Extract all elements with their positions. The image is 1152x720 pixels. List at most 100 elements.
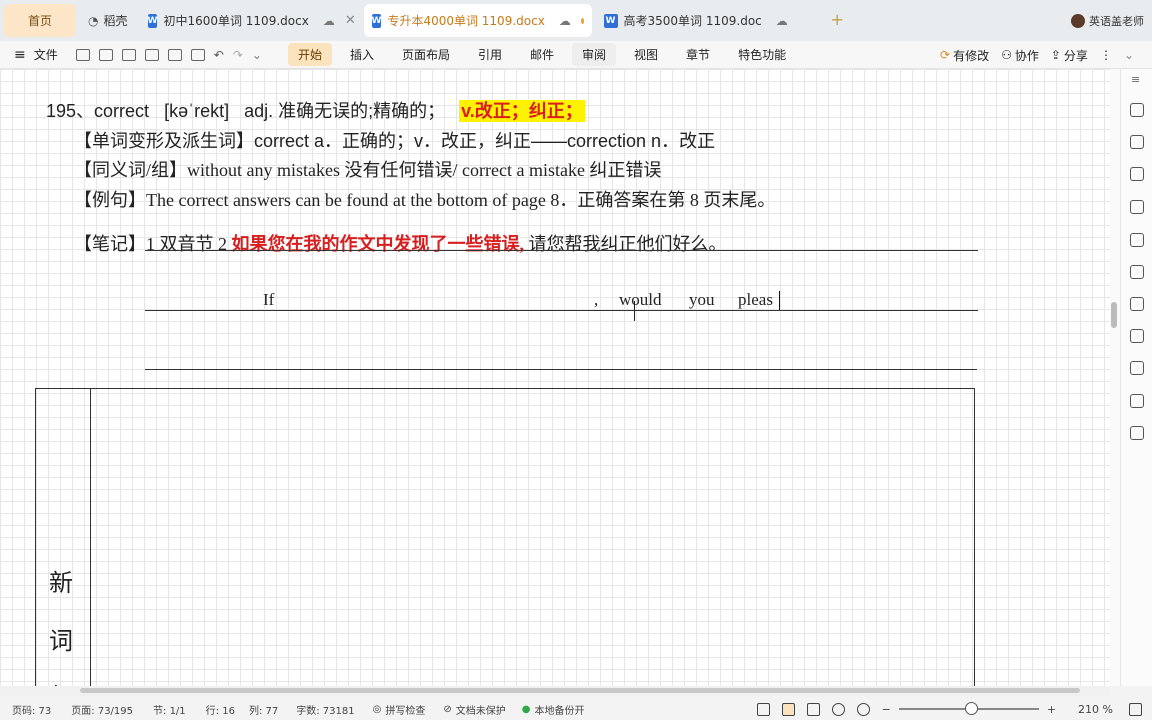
more-icon[interactable]: ⌄ xyxy=(252,48,262,62)
horizontal-scroll-thumb[interactable] xyxy=(80,688,1080,693)
writing-comma: , xyxy=(594,290,599,309)
tab-doc1[interactable]: W 初中1600单词 1109.docx ☁ ✕ xyxy=(140,4,360,37)
unsaved-dot-icon xyxy=(580,17,584,24)
text-caret xyxy=(779,291,780,311)
status-word-count[interactable]: 字数: 73181 xyxy=(296,702,354,717)
menu-chapter[interactable]: 章节 xyxy=(676,43,720,66)
menu-features[interactable]: 特色功能 xyxy=(728,43,796,66)
word-doc-icon: W xyxy=(371,13,382,28)
tab-doc2-label: 专升本4000单词 1109.docx xyxy=(387,14,545,28)
edit-icon[interactable] xyxy=(1130,103,1144,117)
lock-icon[interactable] xyxy=(1130,297,1144,311)
backup-button[interactable]: 本地备份开 xyxy=(534,702,584,717)
new-tab-icon[interactable]: + xyxy=(831,10,844,29)
example-line: 【例句】The correct answers can be found at … xyxy=(74,186,775,212)
shell-icon: ◔ xyxy=(88,13,99,28)
protect-button[interactable]: 文档未保护 xyxy=(456,702,506,717)
example-text: The correct answers can be found at the … xyxy=(146,190,776,210)
settings-icon[interactable] xyxy=(1130,329,1144,343)
tab-doc2[interactable]: W 专升本4000单词 1109.docx ☁ xyxy=(363,4,592,37)
writing-if: If xyxy=(263,290,275,309)
print-icon[interactable] xyxy=(144,48,159,61)
protect-icon: ⊘ xyxy=(443,703,452,715)
menu-start[interactable]: 开始 xyxy=(287,43,332,66)
side-char-3: 复 xyxy=(49,677,73,686)
spellcheck-button[interactable]: 拼写检查 xyxy=(385,702,425,717)
select-icon[interactable] xyxy=(1130,265,1144,279)
side-char-1: 新 xyxy=(49,569,73,597)
menu-layout[interactable]: 页面布局 xyxy=(392,43,460,66)
eye-protect-icon[interactable] xyxy=(856,702,870,716)
zoom-level[interactable]: 210 % xyxy=(1078,703,1113,716)
menu-review[interactable]: 审阅 xyxy=(572,43,617,66)
open-icon[interactable] xyxy=(75,48,90,61)
history-icon[interactable] xyxy=(1130,361,1144,375)
preview-icon[interactable] xyxy=(167,48,182,61)
zoom-out-icon[interactable]: − xyxy=(882,703,891,716)
status-section: 节: 1/1 xyxy=(153,705,186,717)
menu-references[interactable]: 引用 xyxy=(468,43,512,66)
word-doc-icon: W xyxy=(147,13,158,28)
undo-icon[interactable]: ↶ xyxy=(214,48,224,62)
redo-icon[interactable]: ↷ xyxy=(233,48,243,62)
entry-definition: adj. 准确无误的;精确的； xyxy=(244,101,446,121)
collab-icon: ⚇ xyxy=(1001,48,1012,62)
modified-button[interactable]: 有修改 xyxy=(953,47,989,64)
file-menu[interactable]: 文件 xyxy=(34,46,58,63)
new-words-table xyxy=(35,388,975,686)
share-icon: ⇪ xyxy=(1050,48,1061,62)
fit-window-icon[interactable] xyxy=(1129,702,1142,716)
status-pages[interactable]: 页面: 73/195 xyxy=(71,702,133,717)
share-button[interactable]: 分享 xyxy=(1064,47,1088,64)
user-name: 英语盖老师 xyxy=(1089,15,1144,28)
modified-icon: ⟳ xyxy=(940,48,951,62)
zoom-in-icon[interactable]: + xyxy=(1047,703,1056,716)
image-icon[interactable] xyxy=(1130,426,1144,440)
menu-insert[interactable]: 插入 xyxy=(340,43,384,66)
collapse-panel-icon[interactable]: ≡ xyxy=(1131,73,1140,86)
derivation-line: 【单词变形及派生词】correct a．正确的；v．改正，纠正——correct… xyxy=(74,127,715,153)
more-icon[interactable]: ⋮ xyxy=(1100,48,1112,62)
status-page-number[interactable]: 页码: 73 xyxy=(12,702,51,717)
entry-phonetic: [kəˈrekt] xyxy=(164,101,230,121)
fullscreen-icon[interactable] xyxy=(756,702,770,716)
close-icon[interactable]: ✕ xyxy=(345,13,356,28)
web-view-icon[interactable] xyxy=(831,702,845,716)
tools-icon[interactable] xyxy=(1130,200,1144,214)
backup-icon: ● xyxy=(521,703,531,715)
save-icon[interactable] xyxy=(98,48,113,61)
cube-icon[interactable] xyxy=(1130,233,1144,247)
vertical-scroll-thumb[interactable] xyxy=(1111,302,1117,328)
tab-shell[interactable]: ◔ 稻壳 xyxy=(80,4,136,37)
tab-home[interactable]: 首页 xyxy=(4,4,76,37)
writing-line-1 xyxy=(145,310,978,311)
tab-doc3[interactable]: W 高考3500单词 1109.doc ☁ xyxy=(596,4,801,37)
menu-mail[interactable]: 邮件 xyxy=(520,43,564,66)
note-underline xyxy=(145,250,978,251)
page-view-icon[interactable] xyxy=(781,702,795,716)
collab-button[interactable]: 协作 xyxy=(1015,47,1039,64)
vertical-scrollbar[interactable] xyxy=(1110,69,1120,686)
style-icon[interactable] xyxy=(1130,167,1144,181)
outline-view-icon[interactable] xyxy=(806,702,820,716)
tab-shell-label: 稻壳 xyxy=(103,14,128,28)
writing-line-2 xyxy=(145,369,977,370)
user-account[interactable]: 英语盖老师 xyxy=(1071,13,1144,29)
collapse-icon[interactable]: ⌄ xyxy=(1124,48,1134,62)
format-painter-icon[interactable] xyxy=(190,48,205,61)
shape-icon[interactable] xyxy=(1130,135,1144,149)
note-line: 【笔记】1 双音节 2 如果您在我的作文中发现了一些错误, 请您帮我纠正他们好么… xyxy=(74,230,727,256)
export-icon[interactable] xyxy=(121,48,136,61)
tab-doc3-label: 高考3500单词 1109.doc xyxy=(623,14,762,28)
table-divider xyxy=(90,388,91,686)
hamburger-icon[interactable]: ≡ xyxy=(14,47,26,63)
document-canvas[interactable]: 195、correct [kəˈrekt] adj. 准确无误的;精确的； v.改… xyxy=(0,69,1110,686)
zoom-slider-knob[interactable] xyxy=(964,702,978,715)
zoom-slider[interactable] xyxy=(898,702,1039,715)
document-icon[interactable] xyxy=(1130,394,1144,408)
menu-bar: ≡ 文件 ↶ ↷ ⌄ 开始 插入 页面布局 引用 邮件 审阅 视图 章节 特色功… xyxy=(0,41,1152,69)
entry-heading: 195、correct [kəˈrekt] adj. 准确无误的;精确的； v.改… xyxy=(46,97,585,123)
tab-doc1-label: 初中1600单词 1109.docx xyxy=(163,14,309,28)
menu-view[interactable]: 视图 xyxy=(624,43,668,66)
tab-bar: 首页 ◔ 稻壳 W 初中1600单词 1109.docx ☁ ✕ W 专升本400… xyxy=(0,0,1152,41)
